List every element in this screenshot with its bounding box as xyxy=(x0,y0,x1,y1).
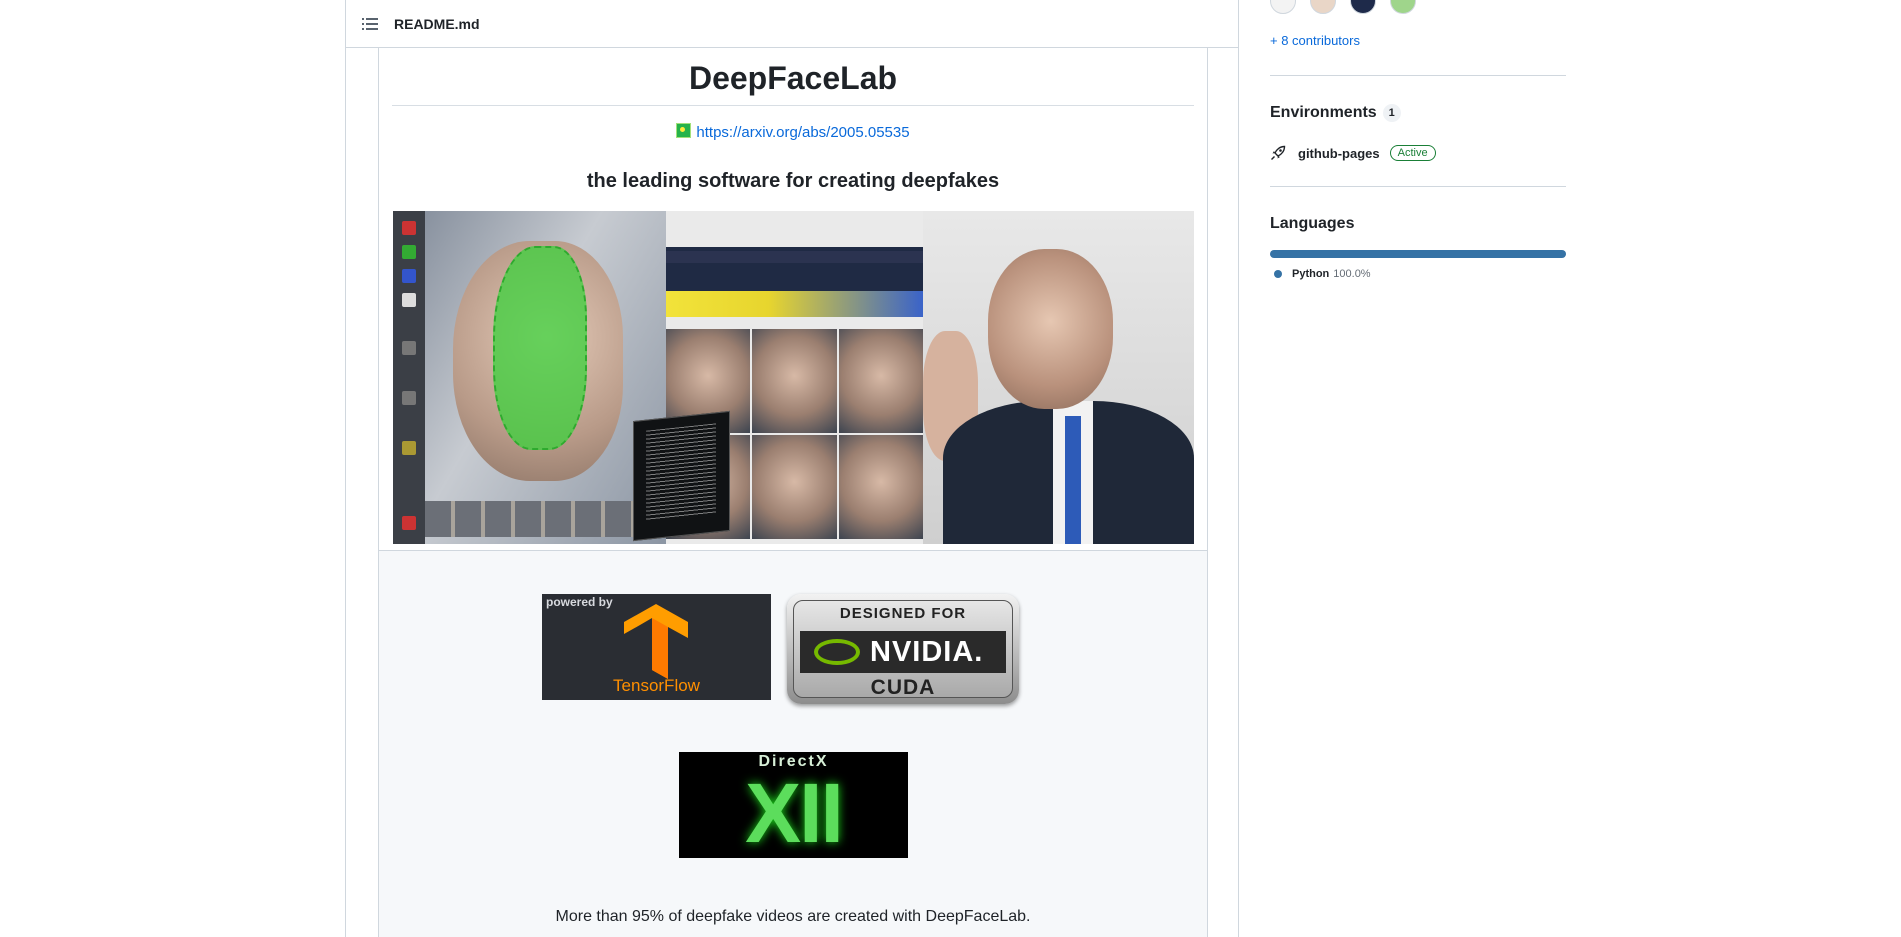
hero-left-panel xyxy=(393,211,666,544)
environment-status-badge: Active xyxy=(1389,145,1436,161)
environments-count: 1 xyxy=(1382,104,1401,122)
directx-badge: DirectX XII xyxy=(679,752,908,858)
readme-header-cell: DeepFaceLab https://arxiv.org/abs/2005.0… xyxy=(379,48,1207,551)
readme-content: DeepFaceLab https://arxiv.org/abs/2005.0… xyxy=(378,48,1208,937)
hero-image xyxy=(393,211,1194,544)
readme-header: README.md xyxy=(346,0,1238,48)
language-item[interactable]: Python 100.0% xyxy=(1274,268,1371,280)
avatar[interactable] xyxy=(1310,0,1336,14)
project-subtitle: the leading software for creating deepfa… xyxy=(586,170,1000,192)
environment-item[interactable]: github-pages Active xyxy=(1270,142,1436,164)
environments-title: Environments xyxy=(1270,104,1377,121)
language-percent: 100.0% xyxy=(1333,268,1371,280)
sidebar-divider xyxy=(1270,186,1566,187)
arxiv-row: https://arxiv.org/abs/2005.05535 xyxy=(379,123,1207,141)
image-icon xyxy=(676,123,692,138)
nvidia-designed-for: DESIGNED FOR xyxy=(839,605,967,622)
language-color-dot xyxy=(1274,270,1282,278)
arxiv-link[interactable]: https://arxiv.org/abs/2005.05535 xyxy=(696,124,909,141)
language-bar[interactable] xyxy=(1270,250,1566,258)
tensorflow-badge: powered by TensorFlow xyxy=(542,594,771,700)
environments-heading[interactable]: Environments 1 xyxy=(1270,104,1401,122)
list-icon[interactable] xyxy=(362,17,378,31)
sidebar-divider xyxy=(1270,75,1566,76)
language-name: Python xyxy=(1292,268,1330,280)
project-title: DeepFaceLab xyxy=(688,60,898,96)
readme-panel: README.md DeepFaceLab https://arxiv.org/… xyxy=(345,0,1239,937)
nvidia-name: NVIDIA. xyxy=(870,636,984,668)
languages-heading: Languages xyxy=(1270,215,1355,232)
nvidia-cuda-badge: DESIGNED FOR NVIDIA. CUDA xyxy=(787,594,1019,704)
environment-name[interactable]: github-pages xyxy=(1298,146,1380,161)
nvidia-eye-icon xyxy=(814,639,860,665)
hero-terminal xyxy=(633,410,730,542)
directx-version: XII xyxy=(745,766,844,860)
avatar[interactable] xyxy=(1390,0,1416,14)
avatar[interactable] xyxy=(1350,0,1376,14)
rocket-icon xyxy=(1271,145,1286,160)
cuda-text: CUDA xyxy=(870,676,936,699)
hero-right-panel xyxy=(923,211,1194,544)
avatar[interactable] xyxy=(1270,0,1296,14)
deepfake-stat-text: More than 95% of deepfake videos are cre… xyxy=(555,908,1031,925)
readme-filename: README.md xyxy=(394,16,480,32)
tensorflow-powered-text: powered by xyxy=(546,595,613,609)
title-divider xyxy=(392,105,1194,106)
tensorflow-logo-icon xyxy=(624,604,688,679)
contributors-link[interactable]: + 8 contributors xyxy=(1270,33,1360,48)
tensorflow-name: TensorFlow xyxy=(613,676,700,695)
